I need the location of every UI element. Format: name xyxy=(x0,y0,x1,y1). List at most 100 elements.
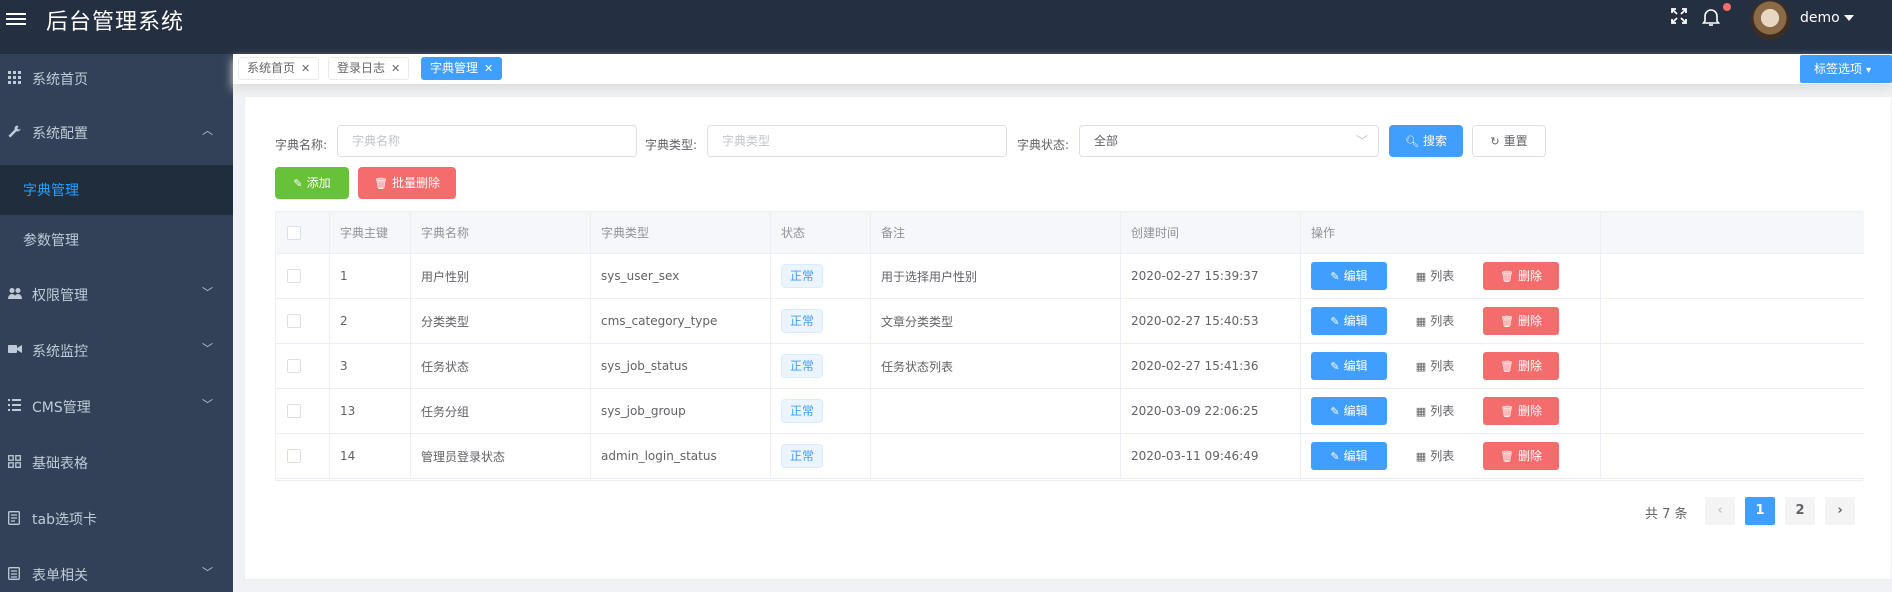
sidebar-item-label: 系统配置 xyxy=(32,126,88,142)
delete-button[interactable]: 🗑︎ 删除 xyxy=(1483,307,1559,335)
edit-button[interactable]: ✎ 编辑 xyxy=(1311,307,1387,335)
sidebar-item-label: 系统监控 xyxy=(32,344,88,360)
add-button-label: 添加 xyxy=(306,176,331,190)
sidebar-item-cms[interactable]: CMS管理 ﹀ xyxy=(0,382,233,432)
delete-button[interactable]: 🗑︎ 删除 xyxy=(1483,442,1559,470)
dict-type-input[interactable]: 字典类型 xyxy=(707,125,1007,157)
fullscreen-icon[interactable] xyxy=(1670,7,1694,31)
users-icon xyxy=(8,287,22,301)
row-checkbox[interactable] xyxy=(287,269,301,283)
sidebar-item-dict-manage[interactable]: 字典管理 xyxy=(0,165,233,215)
add-button[interactable]: ✎ 添加 xyxy=(275,167,349,199)
dict-status-select[interactable]: 全部 ﹀ xyxy=(1079,125,1379,157)
cell-status: 正常 xyxy=(771,434,871,478)
tag-home[interactable]: 系统首页 ✕ xyxy=(238,57,320,80)
list-button[interactable]: ▦ 列表 xyxy=(1397,262,1473,290)
tag-dict-manage[interactable]: 字典管理 ✕ xyxy=(421,57,503,80)
reset-button[interactable]: ↻ 重置 xyxy=(1472,125,1546,157)
edit-button[interactable]: ✎ 编辑 xyxy=(1311,397,1387,425)
avatar[interactable] xyxy=(1750,0,1790,40)
edit-button[interactable]: ✎ 编辑 xyxy=(1311,442,1387,470)
list-button[interactable]: ▦ 列表 xyxy=(1397,397,1473,425)
sidebar-item-system-config[interactable]: 系统配置 ︿ xyxy=(0,108,233,158)
chevron-down-icon: ﹀ xyxy=(202,566,213,579)
edit-button-label: 编辑 xyxy=(1343,404,1368,418)
table-row: 14 管理员登录状态 admin_login_status 正常 2020-03… xyxy=(276,434,1864,479)
grid-icon: ▦ xyxy=(1415,315,1427,328)
delete-button-label: 删除 xyxy=(1517,359,1542,373)
form-icon xyxy=(8,567,22,581)
cell-id: 3 xyxy=(330,344,411,388)
username-dropdown[interactable]: demo xyxy=(1800,10,1854,26)
next-page-button[interactable]: › xyxy=(1825,497,1855,525)
list-button[interactable]: ▦ 列表 xyxy=(1397,307,1473,335)
search-button[interactable]: 🔍︎ 搜索 xyxy=(1389,125,1463,157)
trash-icon: 🗑︎ xyxy=(374,177,388,190)
header-status: 状态 xyxy=(771,212,871,253)
header-created: 创建时间 xyxy=(1121,212,1301,253)
sidebar-item-label: tab选项卡 xyxy=(32,512,97,528)
sidebar-item-home[interactable]: 系统首页 xyxy=(0,54,233,104)
camera-icon xyxy=(8,343,22,357)
cell-remark: 用于选择用户性别 xyxy=(871,254,1121,298)
sidebar-item-monitor[interactable]: 系统监控 ﹀ xyxy=(0,326,233,376)
edit-icon: ✎ xyxy=(1330,405,1340,418)
cell-status: 正常 xyxy=(771,299,871,343)
row-checkbox[interactable] xyxy=(287,404,301,418)
sidebar-item-param-manage[interactable]: 参数管理 xyxy=(0,215,233,265)
prev-page-button[interactable]: ‹ xyxy=(1705,497,1735,525)
table-icon xyxy=(8,455,22,469)
list-button[interactable]: ▦ 列表 xyxy=(1397,442,1473,470)
list-button-label: 列表 xyxy=(1430,404,1455,418)
close-icon[interactable]: ✕ xyxy=(484,62,493,75)
cell-actions: ✎ 编辑 ▦ 列表 🗑︎ 删除 xyxy=(1301,299,1601,343)
table-row: 1 用户性别 sys_user_sex 正常 用于选择用户性别 2020-02-… xyxy=(276,254,1864,299)
sidebar-item-form[interactable]: 表单相关 ﹀ xyxy=(0,550,233,592)
row-select-cell xyxy=(276,389,330,433)
search-icon: 🔍︎ xyxy=(1405,135,1419,148)
edit-button[interactable]: ✎ 编辑 xyxy=(1311,352,1387,380)
list-button[interactable]: ▦ 列表 xyxy=(1397,352,1473,380)
batch-delete-button[interactable]: 🗑︎ 批量删除 xyxy=(358,167,456,199)
bell-icon[interactable] xyxy=(1701,7,1726,31)
edit-icon: ✎ xyxy=(1330,270,1340,283)
page-button-1[interactable]: 1 xyxy=(1745,497,1775,525)
search-button-label: 搜索 xyxy=(1422,134,1447,148)
cell-id: 14 xyxy=(330,434,411,478)
cell-id: 13 xyxy=(330,389,411,433)
close-icon[interactable]: ✕ xyxy=(391,62,400,75)
row-checkbox[interactable] xyxy=(287,359,301,373)
delete-button-label: 删除 xyxy=(1517,404,1542,418)
tag-login-log[interactable]: 登录日志 ✕ xyxy=(328,57,410,80)
close-icon[interactable]: ✕ xyxy=(301,62,310,75)
header-remark: 备注 xyxy=(871,212,1121,253)
wrench-icon xyxy=(8,125,22,139)
row-checkbox[interactable] xyxy=(287,314,301,328)
row-checkbox[interactable] xyxy=(287,449,301,463)
select-all-checkbox[interactable] xyxy=(287,225,301,240)
header-type: 字典类型 xyxy=(591,212,771,253)
cell-remark: 文章分类类型 xyxy=(871,299,1121,343)
edit-button[interactable]: ✎ 编辑 xyxy=(1311,262,1387,290)
pagination-total: 共 7 条 xyxy=(1645,507,1688,522)
sidebar-item-tab-card[interactable]: tab选项卡 xyxy=(0,494,233,544)
sidebar-item-permission[interactable]: 权限管理 ﹀ xyxy=(0,270,233,320)
cell-type: sys_job_status xyxy=(591,344,771,388)
menu-toggle-icon[interactable] xyxy=(6,10,26,30)
dict-name-input[interactable]: 字典名称 xyxy=(337,125,637,157)
delete-button[interactable]: 🗑︎ 删除 xyxy=(1483,397,1559,425)
cell-type: sys_job_group xyxy=(591,389,771,433)
cell-name: 管理员登录状态 xyxy=(411,434,591,478)
document-icon xyxy=(8,511,22,525)
table-row: 2 分类类型 cms_category_type 正常 文章分类类型 2020-… xyxy=(276,299,1864,344)
tag-options-button[interactable]: 标签选项 ▾ xyxy=(1800,55,1892,83)
delete-button[interactable]: 🗑︎ 删除 xyxy=(1483,262,1559,290)
page-button-2[interactable]: 2 xyxy=(1785,497,1815,525)
chevron-up-icon: ︿ xyxy=(202,124,213,137)
cell-actions: ✎ 编辑 ▦ 列表 🗑︎ 删除 xyxy=(1301,344,1601,388)
row-select-cell xyxy=(276,344,330,388)
edit-icon: ✎ xyxy=(1330,450,1340,463)
sidebar-item-basic-table[interactable]: 基础表格 xyxy=(0,438,233,488)
delete-button[interactable]: 🗑︎ 删除 xyxy=(1483,352,1559,380)
select-all-cell xyxy=(276,212,330,253)
